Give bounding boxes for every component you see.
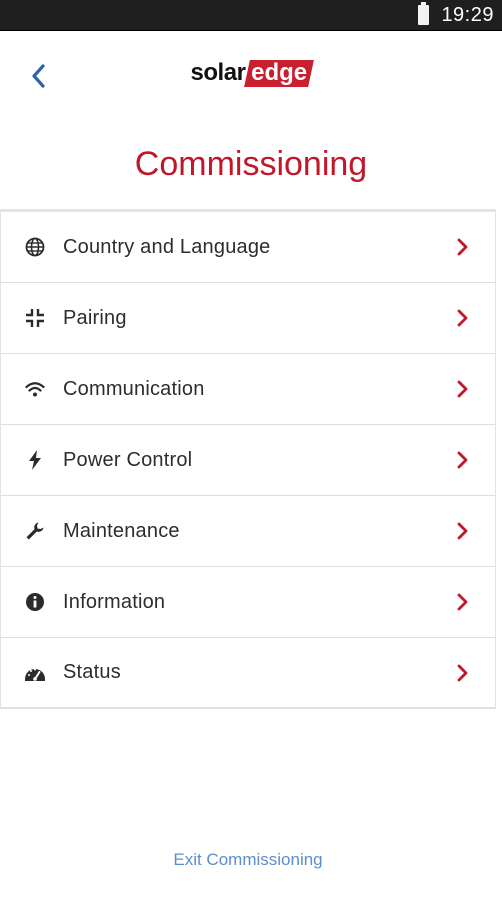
- app-header: solar edge: [0, 31, 502, 127]
- menu-item-label: Status: [63, 661, 121, 683]
- solaredge-logo: solar edge: [190, 58, 315, 87]
- menu-item-information[interactable]: Information: [1, 567, 495, 638]
- chevron-right-icon: [455, 592, 469, 612]
- chevron-right-icon: [455, 521, 469, 541]
- wrench-icon: [24, 520, 46, 542]
- logo-text-edge-inner: edge: [251, 58, 308, 86]
- menu-item-label: Country and Language: [63, 235, 271, 258]
- menu-item-maintenance[interactable]: Maintenance: [1, 496, 495, 567]
- menu-item-label: Pairing: [63, 306, 127, 329]
- menu-item-pairing[interactable]: Pairing: [1, 283, 495, 354]
- chevron-right-icon: [455, 379, 469, 399]
- info-icon: [24, 591, 46, 613]
- menu-item-label: Communication: [63, 377, 205, 400]
- menu-item-label: Maintenance: [63, 519, 180, 542]
- menu-item-label: Information: [63, 590, 166, 613]
- logo-text-solar: solar: [190, 59, 246, 86]
- menu-item-communication[interactable]: Communication: [1, 354, 495, 425]
- bolt-icon: [24, 449, 46, 471]
- chevron-right-icon: [455, 237, 469, 257]
- status-time: 19:29: [441, 3, 494, 26]
- page-title: Commissioning: [134, 145, 368, 183]
- battery-icon: [418, 2, 430, 25]
- chevron-right-icon: [455, 450, 469, 470]
- chevron-right-icon: [455, 308, 469, 328]
- chevron-right-icon: [455, 663, 469, 683]
- wifi-icon: [24, 378, 46, 400]
- menu-item-label: Power Control: [63, 448, 193, 471]
- menu-item-status[interactable]: Status: [1, 638, 495, 709]
- logo-text-edge: edge: [244, 58, 315, 87]
- chevron-left-icon: [32, 64, 45, 88]
- pairing-icon: [24, 307, 46, 329]
- menu-item-power-control[interactable]: Power Control: [1, 425, 495, 496]
- commissioning-menu: Country and Language Pairing Communicati…: [0, 209, 496, 709]
- gauge-icon: [24, 662, 46, 684]
- status-bar: 19:29: [0, 0, 502, 31]
- menu-item-country-language[interactable]: Country and Language: [1, 212, 495, 283]
- globe-icon: [24, 236, 46, 258]
- back-button[interactable]: [24, 59, 52, 93]
- exit-commissioning-link[interactable]: Exit Commissioning: [0, 850, 496, 870]
